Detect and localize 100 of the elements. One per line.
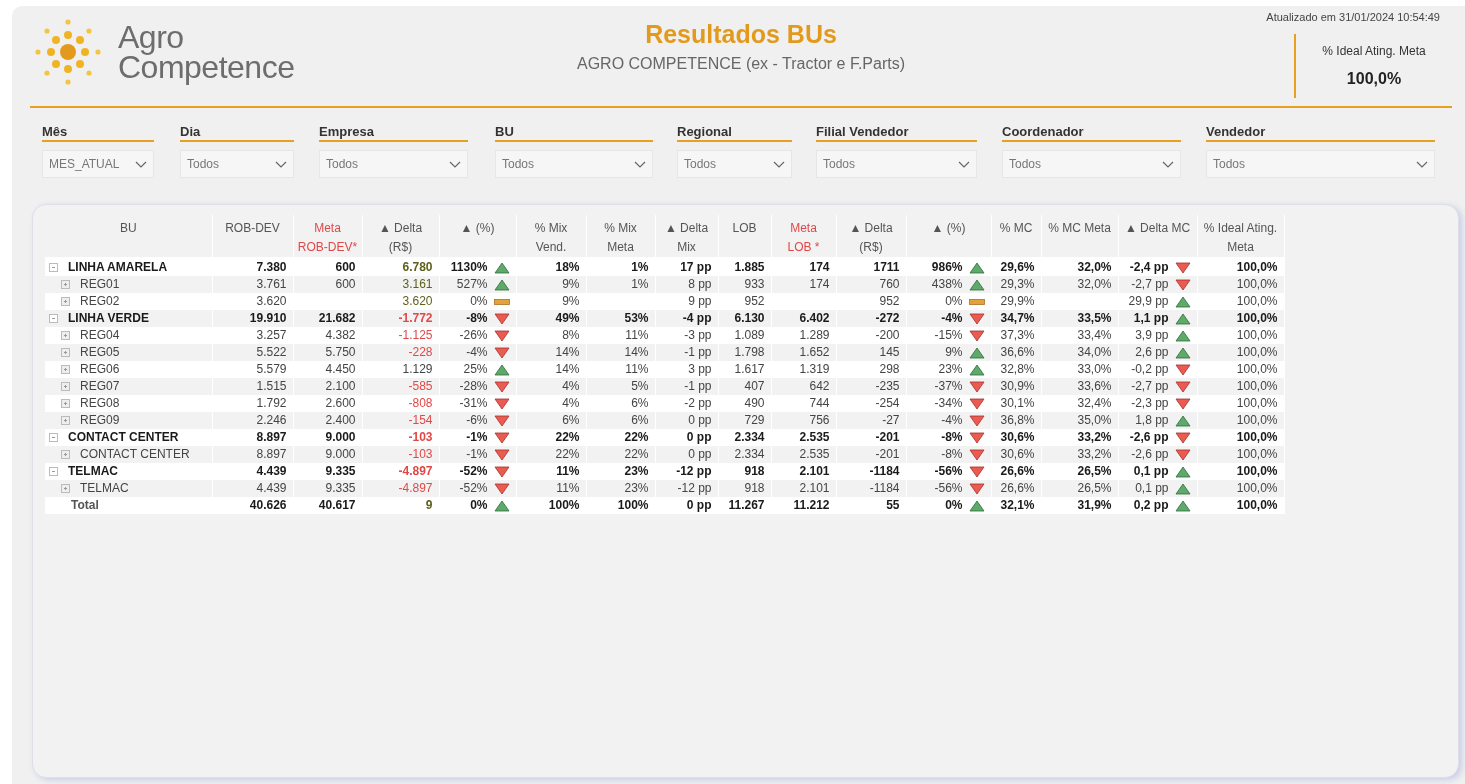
column-header[interactable]: ▲ (%) <box>443 219 512 238</box>
column-header[interactable]: % MC <box>995 219 1037 238</box>
table-cell: REG05 <box>80 345 120 361</box>
chevron-down-icon <box>958 160 970 168</box>
column-header[interactable]: % MC Meta <box>1045 219 1114 238</box>
table-cell: 11% <box>625 328 649 344</box>
table-cell: 2,6 pp <box>1135 345 1169 361</box>
column-header[interactable]: BU <box>49 219 208 238</box>
column-header[interactable]: % Ideal Ating. Meta <box>1201 219 1280 257</box>
expand-toggle-icon[interactable] <box>61 416 70 426</box>
table-cell: -1.772 <box>398 311 433 327</box>
expand-toggle-icon[interactable] <box>61 331 70 341</box>
table-cell: -56% <box>934 464 963 480</box>
expand-toggle-icon[interactable] <box>61 280 70 290</box>
table-cell: CONTACT CENTER <box>68 430 179 446</box>
filter-dropdown[interactable]: Todos <box>1002 150 1181 178</box>
filter-dropdown[interactable]: Todos <box>495 150 653 178</box>
table-cell: -4% <box>941 311 963 327</box>
table-cell: 11.267 <box>728 498 765 514</box>
column-header[interactable]: ▲ Delta (R$) <box>840 219 902 257</box>
table-cell: 40.626 <box>249 498 287 514</box>
column-header[interactable]: ▲ Delta (R$) <box>366 219 435 257</box>
table-cell: 6% <box>562 413 580 429</box>
table-cell: 9.335 <box>325 481 356 497</box>
table-cell: 4.439 <box>256 464 287 480</box>
expand-toggle-icon[interactable] <box>61 365 70 375</box>
expand-toggle-icon[interactable] <box>61 297 70 307</box>
expand-toggle-icon[interactable] <box>49 263 58 273</box>
expand-toggle-icon[interactable] <box>49 467 58 477</box>
table-cell: LINHA AMARELA <box>68 260 168 276</box>
table-cell: 11.212 <box>793 498 830 514</box>
filter-dropdown[interactable]: Todos <box>816 150 977 178</box>
table-cell: -2,7 pp <box>1131 277 1169 293</box>
table-cell: 0% <box>470 498 488 514</box>
table-cell: 744 <box>809 396 830 412</box>
expand-toggle-icon[interactable] <box>61 348 70 358</box>
table-cell: 407 <box>744 379 765 395</box>
table-cell: REG06 <box>80 362 120 378</box>
column-header[interactable]: ▲ Delta MC <box>1122 219 1193 238</box>
table-cell: 2.334 <box>734 447 765 463</box>
filter-dropdown[interactable]: Todos <box>180 150 294 178</box>
table-cell: 4.439 <box>256 481 287 497</box>
expand-toggle-icon[interactable] <box>61 399 70 409</box>
table-cell: 6.402 <box>799 311 830 327</box>
table-cell: 55 <box>886 498 900 514</box>
expand-toggle-icon[interactable] <box>61 450 70 460</box>
table-cell: 33,2% <box>1077 430 1112 446</box>
table-cell: -103 <box>408 447 433 463</box>
table-cell: 1.798 <box>734 345 765 361</box>
expand-toggle-icon[interactable] <box>61 382 70 392</box>
table-cell: 0% <box>945 294 963 310</box>
column-header[interactable]: Meta ROB-DEV* <box>297 219 358 257</box>
table-cell: 952 <box>744 294 765 310</box>
report-title: Resultados BUs <box>644 20 838 49</box>
table-cell: -1% <box>466 430 488 446</box>
table-cell: 527% <box>456 277 488 293</box>
table-cell: 34,7% <box>1000 311 1035 327</box>
expand-toggle-icon[interactable] <box>49 433 58 443</box>
table-cell: 9% <box>562 277 580 293</box>
filter-dropdown[interactable]: Todos <box>1206 150 1435 178</box>
filter-dropdown[interactable]: Todos <box>677 150 792 178</box>
table-cell: 642 <box>809 379 830 395</box>
table-cell: -27 <box>882 413 900 429</box>
column-header[interactable]: ROB-DEV <box>216 219 289 238</box>
table-cell: 9.000 <box>325 430 356 446</box>
table-cell: 1.792 <box>256 396 287 412</box>
column-header[interactable]: Meta LOB * <box>775 219 832 257</box>
table-cell: 3 pp <box>688 362 712 378</box>
table-cell: -26% <box>459 328 488 344</box>
table-cell: 100,0% <box>1236 447 1278 463</box>
column-header[interactable]: ▲ (%) <box>910 219 987 238</box>
table-cell: 22% <box>555 447 580 463</box>
table-cell: 26,5% <box>1077 481 1112 497</box>
column-header[interactable]: LOB <box>722 219 767 238</box>
table-cell: 30,9% <box>1000 379 1035 395</box>
table-cell: 100,0% <box>1236 260 1278 276</box>
table-cell: 918 <box>744 481 765 497</box>
table-cell: 29,3% <box>1000 277 1035 293</box>
table-cell: 933 <box>744 277 765 293</box>
column-header[interactable]: ▲ Delta Mix <box>659 219 714 257</box>
table-cell: 0,1 pp <box>1135 481 1169 497</box>
column-header[interactable]: % Mix Vend. <box>520 219 582 257</box>
table-cell: 9 pp <box>688 294 712 310</box>
table-cell: -31% <box>459 396 488 412</box>
table-cell: 9% <box>562 294 580 310</box>
table-cell: 25% <box>463 362 488 378</box>
table-cell: 1711 <box>873 260 900 276</box>
filter-dropdown[interactable]: MES_ATUAL <box>42 150 154 178</box>
expand-toggle-icon[interactable] <box>61 484 70 494</box>
filter-label: Vendedor <box>1206 124 1435 142</box>
table-cell: 33,5% <box>1077 311 1112 327</box>
table-cell: 100% <box>548 498 580 514</box>
table-cell: 14% <box>555 362 580 378</box>
column-header[interactable]: % Mix Meta <box>590 219 651 257</box>
table-cell: CONTACT CENTER <box>80 447 190 463</box>
table-cell: LINHA VERDE <box>68 311 149 327</box>
expand-toggle-icon[interactable] <box>49 314 58 324</box>
table-cell: -2,4 pp <box>1129 260 1169 276</box>
filter-dropdown[interactable]: Todos <box>319 150 468 178</box>
table-cell: 0 pp <box>686 430 712 446</box>
